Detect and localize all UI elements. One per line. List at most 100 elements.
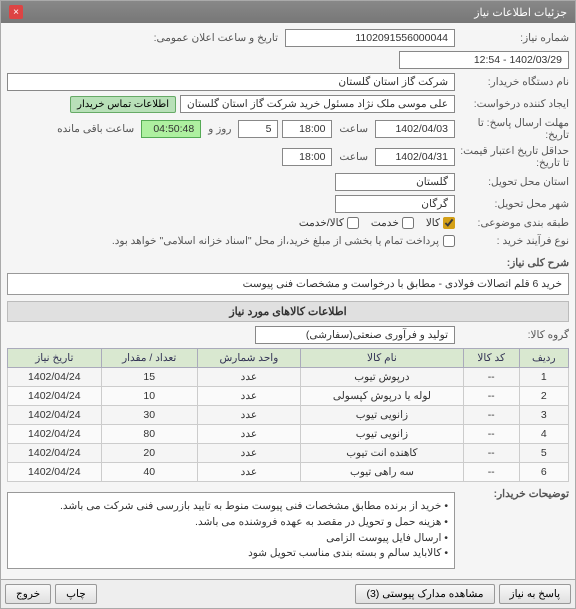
- bottom-toolbar: پاسخ به نیاز مشاهده مدارک پیوستی (3) چاپ…: [1, 579, 575, 608]
- purchase-note: پرداخت تمام یا بخشی از مبلغ خرید،از محل …: [112, 233, 439, 249]
- cat-both-checkbox[interactable]: کالا/خدمت: [299, 217, 359, 229]
- description-box: خرید 6 قلم اتصالات فولادی - مطابق با درخ…: [7, 273, 569, 295]
- cat-service-checkbox[interactable]: خدمت: [371, 217, 414, 229]
- purchase-type-checkbox[interactable]: [443, 235, 455, 247]
- table-cell: عدد: [197, 463, 300, 482]
- table-cell: 1402/04/24: [8, 406, 102, 425]
- goods-group-label: گروه کالا:: [459, 329, 569, 341]
- table-cell: 2: [519, 387, 568, 406]
- table-row[interactable]: 2--لوله یا درپوش کپسولیعدد101402/04/24: [8, 387, 569, 406]
- close-icon[interactable]: ×: [9, 5, 23, 19]
- table-cell: 6: [519, 463, 568, 482]
- province-label: استان محل تحویل:: [459, 176, 569, 188]
- province-field: گلستان: [335, 173, 455, 191]
- table-row[interactable]: 5--کاهنده انت تیوبعدد201402/04/24: [8, 444, 569, 463]
- buyer-note-line: • هزینه حمل و تحویل در مقصد به عهده فروش…: [14, 515, 448, 531]
- deadline-date-field: 1402/04/03: [375, 120, 455, 138]
- table-cell: --: [463, 406, 519, 425]
- table-cell: درپوش تیوب: [300, 368, 463, 387]
- print-button[interactable]: چاپ: [55, 584, 97, 604]
- table-cell: سه راهی تیوب: [300, 463, 463, 482]
- table-cell: لوله یا درپوش کپسولی: [300, 387, 463, 406]
- table-cell: 40: [101, 463, 197, 482]
- th-code: کد کالا: [463, 349, 519, 368]
- th-date: تاریخ نیاز: [8, 349, 102, 368]
- requester-field: علی موسی ملک نژاد مسئول خرید شرکت گاز اس…: [180, 95, 455, 113]
- table-cell: 5: [519, 444, 568, 463]
- table-cell: 10: [101, 387, 197, 406]
- requester-label: ایجاد کننده درخواست:: [459, 98, 569, 110]
- reply-button[interactable]: پاسخ به نیاز: [499, 584, 571, 604]
- validity-label: حداقل تاریخ اعتبار قیمت: تا تاریخ:: [459, 145, 569, 169]
- table-cell: 1402/04/24: [8, 425, 102, 444]
- desc-label: شرح کلی نیاز:: [459, 257, 569, 269]
- table-cell: کاهنده انت تیوب: [300, 444, 463, 463]
- buyer-notes-box: • خرید از برنده مطابق مشخصات فنی پیوست م…: [7, 492, 455, 569]
- content-area: شماره نیاز: 1102091556000044 تاریخ و ساع…: [1, 23, 575, 579]
- th-qty: تعداد / مقدار: [101, 349, 197, 368]
- city-field: گرگان: [335, 195, 455, 213]
- time-remaining-field: 04:50:48: [141, 120, 201, 138]
- table-cell: 3: [519, 406, 568, 425]
- table-row[interactable]: 4--زانویی تیوبعدد801402/04/24: [8, 425, 569, 444]
- table-row[interactable]: 3--زانویی تیوبعدد301402/04/24: [8, 406, 569, 425]
- purchase-type-label: نوع فرآیند خرید :: [459, 235, 569, 247]
- table-cell: 1402/04/24: [8, 444, 102, 463]
- table-cell: عدد: [197, 425, 300, 444]
- city-label: شهر محل تحویل:: [459, 198, 569, 210]
- validity-time-field: 18:00: [282, 148, 332, 166]
- days-remaining-field: 5: [238, 120, 278, 138]
- buyer-note-line: • خرید از برنده مطابق مشخصات فنی پیوست م…: [14, 499, 448, 515]
- announce-field: 1402/03/29 - 12:54: [399, 51, 569, 69]
- table-cell: 1402/04/24: [8, 463, 102, 482]
- table-cell: عدد: [197, 406, 300, 425]
- table-cell: عدد: [197, 368, 300, 387]
- items-table: ردیف کد کالا نام کالا واحد شمارش تعداد /…: [7, 348, 569, 482]
- table-cell: 20: [101, 444, 197, 463]
- th-name: نام کالا: [300, 349, 463, 368]
- table-cell: 30: [101, 406, 197, 425]
- need-no-field: 1102091556000044: [285, 29, 455, 47]
- validity-date-field: 1402/04/31: [375, 148, 455, 166]
- goods-section-header: اطلاعات کالاهای مورد نیاز: [7, 301, 569, 322]
- table-cell: --: [463, 444, 519, 463]
- table-cell: --: [463, 368, 519, 387]
- deadline-time-field: 18:00: [282, 120, 332, 138]
- contact-buyer-button[interactable]: اطلاعات تماس خریدار: [70, 96, 176, 113]
- table-cell: --: [463, 463, 519, 482]
- table-row[interactable]: 1--درپوش تیوبعدد151402/04/24: [8, 368, 569, 387]
- table-cell: عدد: [197, 444, 300, 463]
- buyer-note-line: • ارسال فایل پیوست الزامی: [14, 531, 448, 547]
- need-no-label: شماره نیاز:: [459, 32, 569, 44]
- buyer-notes-label: توضیحات خریدار:: [459, 488, 569, 500]
- table-cell: 80: [101, 425, 197, 444]
- time-label-1: ساعت: [336, 123, 371, 135]
- table-cell: 1402/04/24: [8, 387, 102, 406]
- cat-goods-checkbox[interactable]: کالا: [426, 217, 455, 229]
- buyer-org-field: شرکت گاز استان گلستان: [7, 73, 455, 91]
- window-title: جزئیات اطلاعات نیاز: [474, 6, 567, 19]
- exit-button[interactable]: خروج: [5, 584, 51, 604]
- announce-label: تاریخ و ساعت اعلان عمومی:: [151, 32, 281, 44]
- table-row[interactable]: 6--سه راهی تیوبعدد401402/04/24: [8, 463, 569, 482]
- buyer-org-label: نام دستگاه خریدار:: [459, 76, 569, 88]
- attachments-button[interactable]: مشاهده مدارک پیوستی (3): [355, 584, 494, 604]
- table-cell: 4: [519, 425, 568, 444]
- goods-group-field: تولید و فرآوری صنعتی(سفارشی): [255, 326, 455, 344]
- th-row: ردیف: [519, 349, 568, 368]
- buyer-note-line: • کالاباید سالم و بسته بندی مناسب تحویل …: [14, 546, 448, 562]
- table-cell: --: [463, 387, 519, 406]
- subject-cat-label: طبقه بندی موضوعی:: [459, 217, 569, 229]
- time-label-2: ساعت: [336, 151, 371, 163]
- days-and-label: روز و: [205, 123, 234, 135]
- table-cell: 15: [101, 368, 197, 387]
- category-checkbox-group: کالا خدمت کالا/خدمت: [299, 217, 455, 229]
- titlebar: جزئیات اطلاعات نیاز ×: [1, 1, 575, 23]
- table-cell: 1402/04/24: [8, 368, 102, 387]
- remaining-label: ساعت باقی مانده: [54, 123, 137, 135]
- table-cell: عدد: [197, 387, 300, 406]
- table-cell: 1: [519, 368, 568, 387]
- th-unit: واحد شمارش: [197, 349, 300, 368]
- details-window: جزئیات اطلاعات نیاز × شماره نیاز: 110209…: [0, 0, 576, 609]
- table-cell: زانویی تیوب: [300, 406, 463, 425]
